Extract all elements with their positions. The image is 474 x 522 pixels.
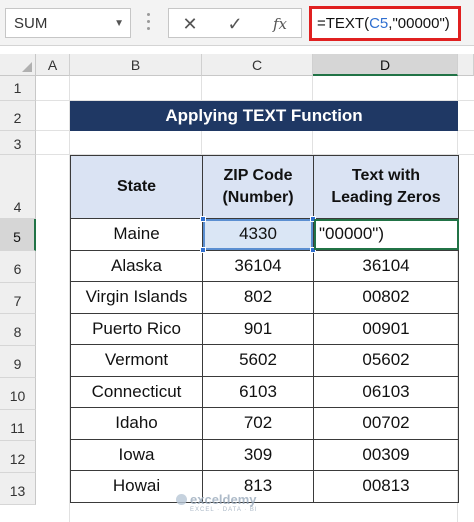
row-header-6[interactable]: 6 [0,251,36,283]
watermark-name: exceldemy [190,492,257,507]
insert-function-icon[interactable]: fx [265,12,295,36]
text-cell[interactable]: 06103 [313,375,459,408]
formula-ref: C5 [369,15,389,32]
table-row: Howai 813 00813 [70,470,459,503]
row-header-5[interactable]: 5 [0,219,36,251]
formula-suffix: ,"00000") [388,15,450,32]
text-cell[interactable]: 00813 [313,470,459,503]
row-header-2[interactable]: 2 [0,101,36,131]
row-header-12[interactable]: 12 [0,441,36,473]
table-header-row: State ZIP Code (Number) Text with Leading … [70,155,459,219]
zip-cell[interactable]: 309 [202,438,314,471]
cancel-icon[interactable]: ✕ [175,12,205,36]
data-table: State ZIP Code (Number) Text with Leading … [70,155,459,503]
name-box[interactable]: SUM ▼ [5,8,131,38]
text-cell[interactable]: 00802 [313,281,459,314]
row-header-3[interactable]: 3 [0,131,36,155]
state-cell[interactable]: Maine [70,218,203,251]
state-cell[interactable]: Vermont [70,344,203,377]
table-row: Virgin Islands 802 00802 [70,281,459,314]
range-handle[interactable] [200,216,206,222]
exceldemy-logo-icon [176,494,187,505]
zip-cell[interactable]: 5602 [202,344,314,377]
table-row: Vermont 5602 05602 [70,344,459,377]
chevron-down-icon[interactable]: ▼ [114,18,124,29]
header-text-line2: Leading Zeros [331,189,441,206]
zip-cell[interactable]: 36104 [202,249,314,282]
zip-cell[interactable]: 702 [202,407,314,440]
table-row: Maine 4330 "00000") [70,216,459,253]
text-cell[interactable]: 36104 [313,249,459,282]
header-zip[interactable]: ZIP Code (Number) [202,155,314,219]
select-all-corner[interactable] [0,54,36,76]
active-cell-editing[interactable]: "00000") [313,218,459,251]
formula-buttons: ✕ ✓ fx [168,8,302,38]
header-state[interactable]: State [70,155,203,219]
table-row: Idaho 702 00702 [70,407,459,440]
formula-input[interactable]: =TEXT(C5,"00000") [309,6,461,41]
column-header-c[interactable]: C [202,54,313,76]
header-text-line1: Text with [351,167,421,184]
zip-cell[interactable]: 901 [202,312,314,345]
state-cell[interactable]: Alaska [70,249,203,282]
range-handle[interactable] [200,246,206,253]
state-cell[interactable]: Connecticut [70,375,203,408]
row-header-9[interactable]: 9 [0,346,36,378]
formula-bar: SUM ▼ ✕ ✓ fx =TEXT(C5,"00000") [0,0,474,46]
state-cell[interactable]: Virgin Islands [70,281,203,314]
column-header-e[interactable] [458,54,474,76]
row-header-8[interactable]: 8 [0,314,36,346]
zip-cell[interactable]: 802 [202,281,314,314]
header-state-label: State [116,178,157,195]
text-cell[interactable]: 05602 [313,344,459,377]
row-header-4[interactable]: 4 [0,155,36,219]
column-header-d[interactable]: D [313,54,458,76]
column-header-b[interactable]: B [70,54,202,76]
text-cell[interactable]: 00702 [313,407,459,440]
state-cell[interactable]: Idaho [70,407,203,440]
watermark-tagline: EXCEL · DATA · BI [190,507,258,513]
table-row: Iowa 309 00309 [70,438,459,471]
enter-icon[interactable]: ✓ [220,12,250,36]
name-box-value: SUM [14,15,48,32]
sheet-title[interactable]: Applying TEXT Function [70,101,458,131]
watermark: exceldemy EXCEL · DATA · BI [176,492,258,513]
row-header-1[interactable]: 1 [0,76,36,101]
formula-prefix: =TEXT( [317,15,370,32]
zip-value: 4330 [239,224,277,244]
row-header-7[interactable]: 7 [0,283,36,314]
header-text[interactable]: Text with Leading Zeros [313,155,459,219]
state-cell[interactable]: Iowa [70,438,203,471]
text-cell[interactable]: 00901 [313,312,459,345]
editing-value: "00000") [319,224,385,244]
text-cell[interactable]: 00309 [313,438,459,471]
row-header-11[interactable]: 11 [0,410,36,441]
state-cell[interactable]: Puerto Rico [70,312,203,345]
table-row: Connecticut 6103 06103 [70,375,459,408]
table-row: Alaska 36104 36104 [70,249,459,282]
header-zip-line1: ZIP Code [223,167,293,184]
row-header-13[interactable]: 13 [0,473,36,505]
zip-cell-selected[interactable]: 4330 [200,216,316,253]
header-zip-line2: (Number) [222,189,294,206]
row-header-10[interactable]: 10 [0,378,36,410]
table-row: Puerto Rico 901 00901 [70,312,459,345]
zip-cell[interactable]: 6103 [202,375,314,408]
column-header-a[interactable]: A [36,54,70,76]
drag-handle-icon[interactable] [147,13,151,33]
